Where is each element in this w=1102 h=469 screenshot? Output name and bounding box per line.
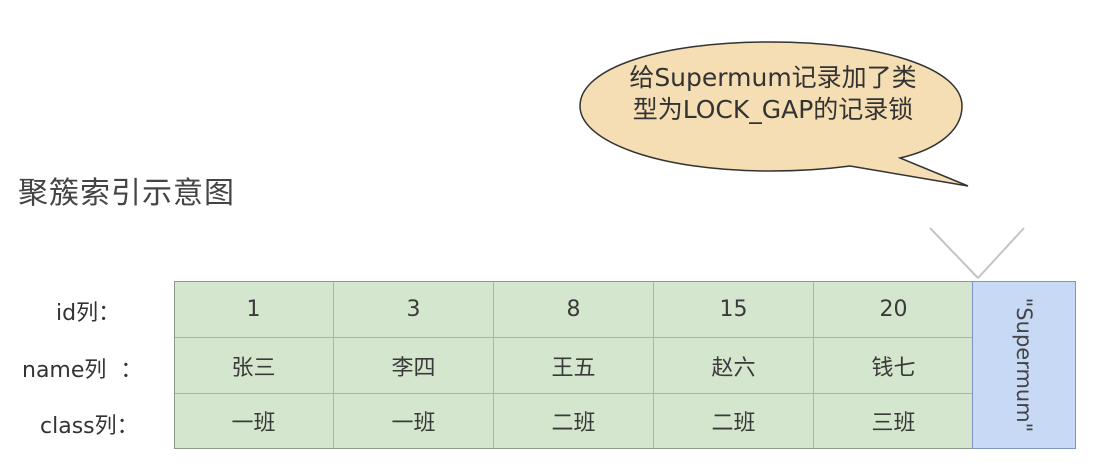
- name-cell: 王五: [494, 338, 654, 394]
- class-cell: 一班: [174, 394, 334, 449]
- name-cell: 钱七: [814, 338, 974, 394]
- row-label-name: name列 ：: [22, 358, 143, 383]
- name-cell: 张三: [174, 338, 334, 394]
- class-cell: 二班: [494, 394, 654, 449]
- id-cell: 20: [814, 281, 974, 338]
- supremum-label: "Supermum": [1012, 297, 1036, 433]
- id-cell: 8: [494, 281, 654, 338]
- id-cell: 3: [334, 281, 494, 338]
- class-cell: 三班: [814, 394, 974, 449]
- supremum-record: "Supermum": [972, 281, 1076, 449]
- callout-line-2: 型为LOCK_GAP的记录锁: [632, 95, 914, 124]
- row-label-id: id列：: [56, 301, 121, 326]
- name-cell: 李四: [334, 338, 494, 394]
- class-cell: 一班: [334, 394, 494, 449]
- callout-text: 给Supermum记录加了类 型为LOCK_GAP的记录锁: [598, 62, 948, 126]
- id-cell: 1: [174, 281, 334, 338]
- check-mark-icon: [929, 227, 1025, 279]
- name-cell: 赵六: [654, 338, 814, 394]
- clustered-index-grid: 1 3 8 15 20 张三 李四 王五 赵六 钱七 一班 一班 二班 二班 三…: [174, 281, 974, 449]
- speech-bubble: [579, 41, 1025, 279]
- row-label-class: class列：: [40, 414, 139, 439]
- id-cell: 15: [654, 281, 814, 338]
- callout-line-1: 给Supermum记录加了类: [629, 63, 917, 92]
- class-cell: 二班: [654, 394, 814, 449]
